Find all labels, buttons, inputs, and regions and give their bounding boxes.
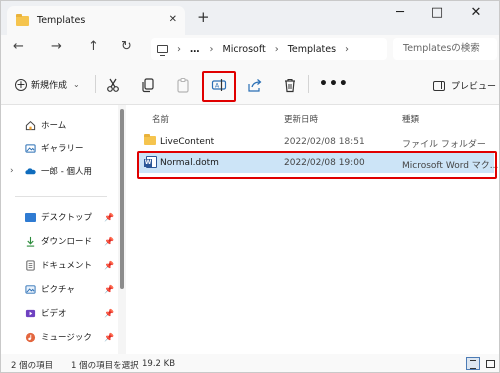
command-bar: + 新規作成 ⌄ A ••• プレビュー <box>1 63 499 105</box>
file-list: 名前 更新日時 種類 LiveContent 2022/02/08 18:51 … <box>126 105 499 354</box>
column-header-name[interactable]: 名前 <box>152 113 169 125</box>
cut-icon[interactable] <box>105 77 121 93</box>
sidebar-label: ギャラリー <box>41 144 84 154</box>
scrollbar-thumb[interactable] <box>120 109 124 289</box>
file-name: LiveContent <box>160 137 215 147</box>
pin-icon[interactable]: 📌 <box>104 213 114 222</box>
sidebar-item-pictures[interactable]: ピクチャ <box>25 281 75 297</box>
sidebar-scrollbar[interactable] <box>118 105 126 354</box>
sidebar-label: ピクチャ <box>41 285 75 295</box>
status-bar: 2 個の項目 1 個の項目を選択 19.2 KB <box>1 354 499 372</box>
sidebar-item-videos[interactable]: ビデオ <box>25 305 67 321</box>
new-tab-button[interactable]: + <box>197 8 210 26</box>
file-date: 2022/02/08 18:51 <box>284 137 365 147</box>
chevron-right-icon: › <box>209 43 214 55</box>
divider <box>308 75 309 93</box>
minimize-button[interactable]: ─ <box>385 5 415 20</box>
explorer-window: Templates ✕ + ─ □ ✕ ← → ↑ ↻ › … › Micros… <box>0 0 500 373</box>
home-icon <box>25 120 36 130</box>
selection-count: 1 個の項目を選択 <box>71 361 139 371</box>
close-window-button[interactable]: ✕ <box>461 5 491 20</box>
back-button[interactable]: ← <box>13 39 24 54</box>
sidebar-label: ドキュメント <box>41 261 93 271</box>
up-button[interactable]: ↑ <box>88 39 99 54</box>
new-button-label: 新規作成 <box>31 81 68 91</box>
more-path-button[interactable]: … <box>190 44 201 55</box>
navigation-bar: ← → ↑ ↻ › … › Microsoft › Templates › Te… <box>1 35 499 63</box>
divider <box>15 196 107 197</box>
search-input[interactable]: Templatesの検索 <box>393 38 497 60</box>
maximize-button[interactable]: □ <box>422 5 452 20</box>
desktop-icon <box>25 212 36 222</box>
navigation-pane: ホーム ギャラリー › 一郎 - 個人用 デスクトップ 📌 ダウンロード 📌 ド… <box>1 105 118 354</box>
chevron-right-icon: › <box>177 43 181 55</box>
sidebar-label: 一郎 - 個人用 <box>41 167 92 177</box>
gallery-icon <box>25 143 36 153</box>
title-bar: Templates ✕ + ─ □ ✕ <box>1 1 499 35</box>
preview-label: プレビュー <box>451 82 497 92</box>
download-icon <box>26 236 35 247</box>
sidebar-item-gallery[interactable]: ギャラリー <box>25 140 84 156</box>
tiles-view-button[interactable] <box>483 357 497 370</box>
sidebar-item-onedrive[interactable]: 一郎 - 個人用 <box>25 163 92 179</box>
this-pc-icon <box>157 45 168 56</box>
close-tab-icon[interactable]: ✕ <box>169 14 177 25</box>
folder-icon <box>144 134 156 148</box>
pin-icon[interactable]: 📌 <box>104 333 114 342</box>
forward-button[interactable]: → <box>51 39 62 54</box>
column-header-type[interactable]: 種類 <box>402 113 419 125</box>
pin-icon[interactable]: 📌 <box>104 261 114 270</box>
table-row[interactable]: LiveContent 2022/02/08 18:51 ファイル フォルダー <box>138 132 494 152</box>
sidebar-label: ホーム <box>41 121 67 131</box>
chevron-right-icon[interactable]: › <box>10 166 14 176</box>
file-type: ファイル フォルダー <box>402 140 486 150</box>
sidebar-label: デスクトップ <box>41 213 93 223</box>
selection-size: 19.2 KB <box>142 359 176 369</box>
sidebar-label: ダウンロード <box>41 237 93 247</box>
plus-icon: + <box>15 77 27 91</box>
pin-icon[interactable]: 📌 <box>104 309 114 318</box>
chevron-down-icon: ⌄ <box>73 80 80 89</box>
sidebar-item-desktop[interactable]: デスクトップ <box>25 209 92 225</box>
column-header-date[interactable]: 更新日時 <box>284 113 318 125</box>
paste-icon[interactable] <box>175 77 191 93</box>
sidebar-label: ビデオ <box>41 309 67 319</box>
tab-title: Templates <box>37 15 86 26</box>
breadcrumb-microsoft[interactable]: Microsoft <box>223 44 266 55</box>
music-icon <box>25 332 36 342</box>
sidebar-item-downloads[interactable]: ダウンロード <box>25 233 92 249</box>
folder-icon <box>16 13 29 26</box>
preview-pane-button[interactable]: プレビュー <box>433 79 496 92</box>
chevron-right-icon[interactable]: › <box>345 44 349 55</box>
tab-templates[interactable]: Templates ✕ <box>7 6 185 35</box>
item-count: 2 個の項目 <box>11 361 54 371</box>
documents-icon <box>26 259 35 271</box>
chevron-right-icon: › <box>274 43 279 55</box>
sidebar-item-home[interactable]: ホーム <box>25 117 66 133</box>
pictures-icon <box>25 284 36 294</box>
refresh-button[interactable]: ↻ <box>121 39 132 54</box>
breadcrumb-templates[interactable]: Templates <box>288 44 336 55</box>
divider <box>95 75 96 93</box>
address-bar[interactable]: › … › Microsoft › Templates › <box>151 38 387 60</box>
selected-row-highlight-box <box>137 151 497 179</box>
sidebar-label: ミュージック <box>41 333 92 343</box>
pin-icon[interactable]: 📌 <box>104 285 114 294</box>
new-button[interactable]: + 新規作成 ⌄ <box>15 78 80 91</box>
sidebar-item-documents[interactable]: ドキュメント <box>25 257 92 273</box>
sidebar-item-music[interactable]: ミュージック <box>25 329 92 345</box>
videos-icon <box>25 309 36 317</box>
preview-pane-icon <box>433 80 445 91</box>
copy-icon[interactable] <box>140 77 156 93</box>
pin-icon[interactable]: 📌 <box>104 237 114 246</box>
details-view-button[interactable] <box>466 357 480 370</box>
delete-icon[interactable] <box>282 77 298 93</box>
rename-highlight-box <box>202 71 236 102</box>
share-icon[interactable] <box>247 77 263 93</box>
onedrive-icon <box>25 167 36 174</box>
more-options-button[interactable]: ••• <box>319 76 349 92</box>
